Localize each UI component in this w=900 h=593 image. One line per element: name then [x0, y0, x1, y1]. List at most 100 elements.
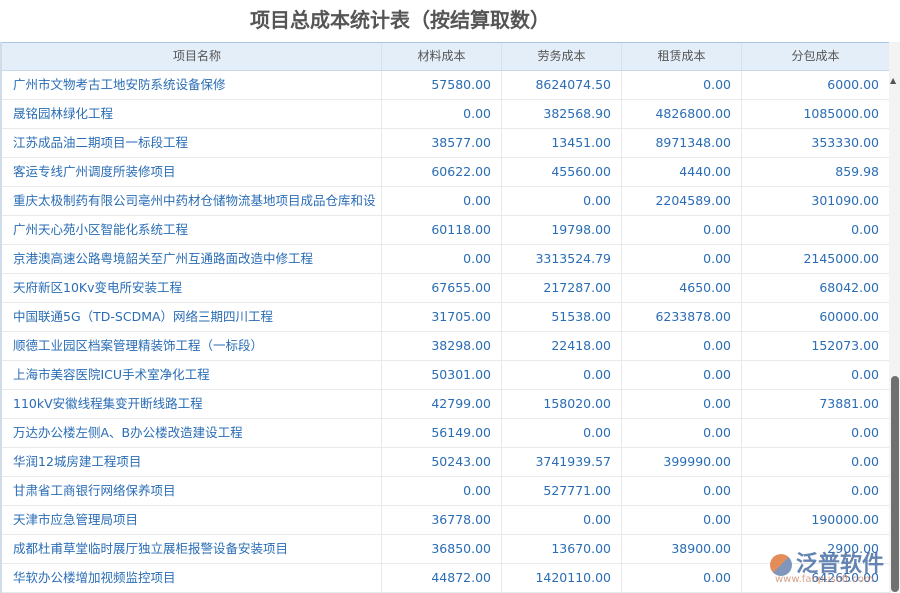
column-header-material[interactable]: 材料成本: [382, 43, 502, 70]
cell-name[interactable]: 万达办公楼左侧A、B办公楼改造建设工程: [2, 419, 382, 447]
cell-name[interactable]: 江苏成品油二期项目一标段工程: [2, 129, 382, 157]
cell-rental: 0.00: [622, 361, 742, 389]
cell-material: 44872.00: [382, 564, 502, 592]
cell-rental: 0.00: [622, 71, 742, 99]
vertical-scrollbar[interactable]: ▲: [889, 42, 900, 592]
scrollbar-thumb[interactable]: [891, 376, 899, 592]
cell-rental: 6233878.00: [622, 303, 742, 331]
cell-name[interactable]: 上海市美容医院ICU手术室净化工程: [2, 361, 382, 389]
cell-name[interactable]: 天府新区10Kv变电所安装工程: [2, 274, 382, 302]
cell-labor: 1420110.00: [502, 564, 622, 592]
table-row[interactable]: 重庆太极制药有限公司亳州中药材仓储物流基地项目成品仓库和设0.000.00220…: [2, 187, 891, 216]
cell-material: 36850.00: [382, 535, 502, 563]
cell-material: 56149.00: [382, 419, 502, 447]
cell-labor: 217287.00: [502, 274, 622, 302]
cell-labor: 527771.00: [502, 477, 622, 505]
cell-labor: 51538.00: [502, 303, 622, 331]
table-header: 项目名称 材料成本 劳务成本 租赁成本 分包成本: [2, 42, 891, 71]
cell-material: 50301.00: [382, 361, 502, 389]
cell-material: 36778.00: [382, 506, 502, 534]
cell-subcontract: 0.00: [742, 419, 890, 447]
table-row[interactable]: 中国联通5G（TD-SCDMA）网络三期四川工程31705.0051538.00…: [2, 303, 891, 332]
cell-labor: 8624074.50: [502, 71, 622, 99]
scroll-up-arrow-icon[interactable]: ▲: [890, 76, 896, 85]
table-row[interactable]: 华软办公楼增加视频监控项目44872.001420110.000.0064265…: [2, 564, 891, 593]
cell-subcontract: 68042.00: [742, 274, 890, 302]
table-row[interactable]: 成都杜甫草堂临时展厅独立展柜报警设备安装项目36850.0013670.0038…: [2, 535, 891, 564]
cell-material: 31705.00: [382, 303, 502, 331]
cell-material: 60118.00: [382, 216, 502, 244]
cell-name[interactable]: 广州市文物考古工地安防系统设备保修: [2, 71, 382, 99]
cell-subcontract: 152073.00: [742, 332, 890, 360]
cell-rental: 4440.00: [622, 158, 742, 186]
table-row[interactable]: 晟铭园林绿化工程0.00382568.904826800.001085000.0…: [2, 100, 891, 129]
table-row[interactable]: 华润12城房建工程项目50243.003741939.57399990.000.…: [2, 448, 891, 477]
cell-labor: 3313524.79: [502, 245, 622, 273]
cell-labor: 19798.00: [502, 216, 622, 244]
cell-name[interactable]: 重庆太极制药有限公司亳州中药材仓储物流基地项目成品仓库和设: [2, 187, 382, 215]
column-header-name[interactable]: 项目名称: [2, 43, 382, 70]
cell-rental: 0.00: [622, 477, 742, 505]
cell-subcontract: 190000.00: [742, 506, 890, 534]
cell-subcontract: 0.00: [742, 477, 890, 505]
cell-material: 60622.00: [382, 158, 502, 186]
table-row[interactable]: 天府新区10Kv变电所安装工程67655.00217287.004650.006…: [2, 274, 891, 303]
table-row[interactable]: 江苏成品油二期项目一标段工程38577.0013451.008971348.00…: [2, 129, 891, 158]
cell-name[interactable]: 华润12城房建工程项目: [2, 448, 382, 476]
cell-material: 0.00: [382, 100, 502, 128]
cell-labor: 0.00: [502, 419, 622, 447]
cell-name[interactable]: 晟铭园林绿化工程: [2, 100, 382, 128]
cell-material: 50243.00: [382, 448, 502, 476]
table-row[interactable]: 110kV安徽线程集变开断线路工程42799.00158020.000.0073…: [2, 390, 891, 419]
cost-table: 项目名称 材料成本 劳务成本 租赁成本 分包成本 广州市文物考古工地安防系统设备…: [0, 42, 891, 593]
cell-name[interactable]: 客运专线广州调度所装修项目: [2, 158, 382, 186]
cell-name[interactable]: 广州天心苑小区智能化系统工程: [2, 216, 382, 244]
cell-subcontract: 73881.00: [742, 390, 890, 418]
cell-name[interactable]: 甘肃省工商银行网络保养项目: [2, 477, 382, 505]
cell-rental: 0.00: [622, 390, 742, 418]
cell-material: 67655.00: [382, 274, 502, 302]
cell-rental: 0.00: [622, 216, 742, 244]
cell-name[interactable]: 天津市应急管理局项目: [2, 506, 382, 534]
cell-labor: 13670.00: [502, 535, 622, 563]
table-row[interactable]: 甘肃省工商银行网络保养项目0.00527771.000.000.00: [2, 477, 891, 506]
cell-material: 42799.00: [382, 390, 502, 418]
cell-rental: 4826800.00: [622, 100, 742, 128]
cell-labor: 13451.00: [502, 129, 622, 157]
table-body: 广州市文物考古工地安防系统设备保修57580.008624074.500.006…: [2, 71, 891, 593]
cell-name[interactable]: 京港澳高速公路粤境韶关至广州互通路面改造中修工程: [2, 245, 382, 273]
cell-subcontract: 0.00: [742, 361, 890, 389]
cell-name[interactable]: 成都杜甫草堂临时展厅独立展柜报警设备安装项目: [2, 535, 382, 563]
cell-rental: 4650.00: [622, 274, 742, 302]
cell-name[interactable]: 顺德工业园区档案管理精装饰工程（一标段）: [2, 332, 382, 360]
cell-rental: 0.00: [622, 564, 742, 592]
cell-labor: 158020.00: [502, 390, 622, 418]
logo-mark-icon: [770, 554, 792, 576]
cell-labor: 45560.00: [502, 158, 622, 186]
table-row[interactable]: 顺德工业园区档案管理精装饰工程（一标段）38298.0022418.000.00…: [2, 332, 891, 361]
cell-rental: 8971348.00: [622, 129, 742, 157]
column-header-labor[interactable]: 劳务成本: [502, 43, 622, 70]
cell-name[interactable]: 华软办公楼增加视频监控项目: [2, 564, 382, 592]
table-row[interactable]: 广州天心苑小区智能化系统工程60118.0019798.000.000.00: [2, 216, 891, 245]
cell-rental: 0.00: [622, 332, 742, 360]
cell-subcontract: 2145000.00: [742, 245, 890, 273]
cell-rental: 0.00: [622, 419, 742, 447]
cell-name[interactable]: 中国联通5G（TD-SCDMA）网络三期四川工程: [2, 303, 382, 331]
cell-subcontract: 0.00: [742, 216, 890, 244]
table-row[interactable]: 万达办公楼左侧A、B办公楼改造建设工程56149.000.000.000.00: [2, 419, 891, 448]
table-row[interactable]: 客运专线广州调度所装修项目60622.0045560.004440.00859.…: [2, 158, 891, 187]
table-row[interactable]: 京港澳高速公路粤境韶关至广州互通路面改造中修工程0.003313524.790.…: [2, 245, 891, 274]
table-row[interactable]: 上海市美容医院ICU手术室净化工程50301.000.000.000.00: [2, 361, 891, 390]
cell-subcontract: 859.98: [742, 158, 890, 186]
cell-name[interactable]: 110kV安徽线程集变开断线路工程: [2, 390, 382, 418]
table-row[interactable]: 广州市文物考古工地安防系统设备保修57580.008624074.500.006…: [2, 71, 891, 100]
cell-labor: 0.00: [502, 187, 622, 215]
cell-rental: 0.00: [622, 245, 742, 273]
column-header-subcontract[interactable]: 分包成本: [742, 43, 890, 70]
table-row[interactable]: 天津市应急管理局项目36778.000.000.00190000.00: [2, 506, 891, 535]
column-header-rental[interactable]: 租赁成本: [622, 43, 742, 70]
cell-labor: 0.00: [502, 506, 622, 534]
cell-subcontract: 0.00: [742, 448, 890, 476]
page-title: 项目总成本统计表（按结算取数）: [0, 4, 800, 33]
